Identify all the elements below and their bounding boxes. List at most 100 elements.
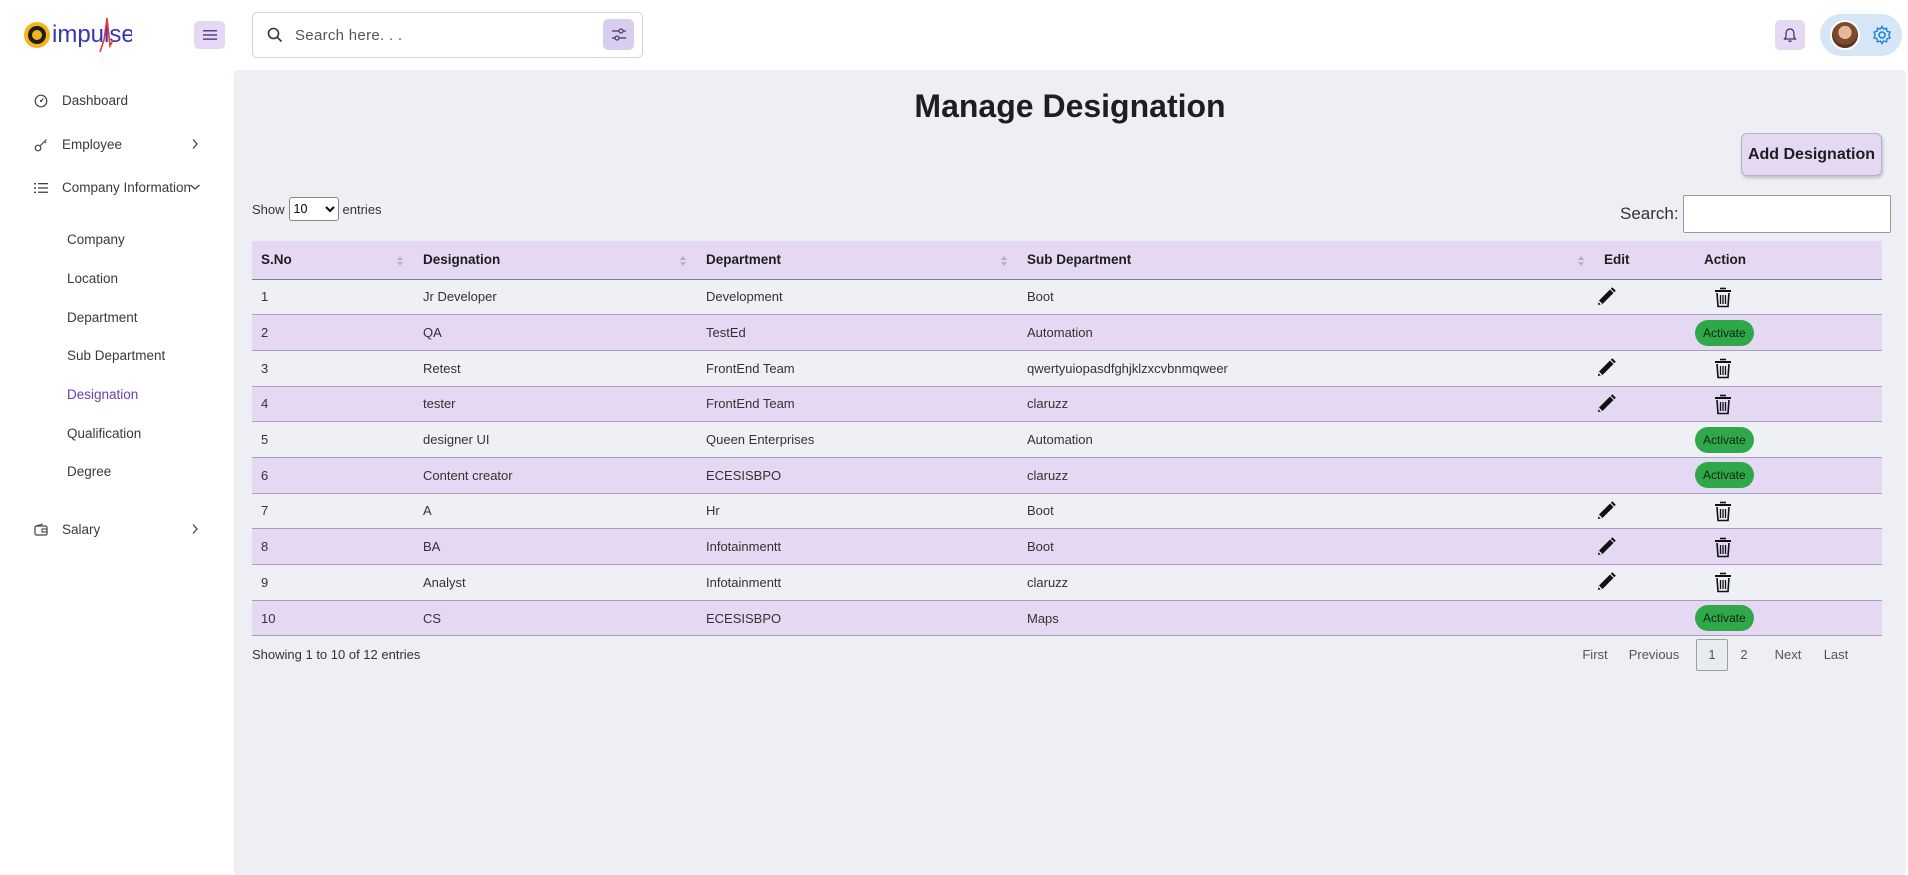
cell-designation: Content creator [414,457,697,494]
cell-edit [1595,600,1695,637]
sidebar-item-label: Salary [62,522,101,537]
sort-icon [397,256,403,266]
global-search-input[interactable] [295,26,585,44]
cell-sub-department: qwertyuiopasdfghjklzxcvbnmqweer [1018,350,1595,387]
pencil-icon[interactable] [1595,571,1617,593]
cell-department: Queen Enterprises [697,421,1018,458]
sidebar-subitem-sub-department[interactable]: Sub Department [67,348,165,363]
trash-icon[interactable] [1713,286,1733,308]
dashboard-icon [34,94,48,107]
pagination-first[interactable]: First [1578,639,1612,671]
gear-icon[interactable] [1872,25,1892,45]
table-row: 4 tester FrontEnd Team claruzz [252,386,1882,423]
cell-designation: designer UI [414,421,697,458]
cell-sub-department: Automation [1018,314,1595,351]
column-header-sub-department[interactable]: Sub Department [1018,241,1595,280]
sidebar-item-label: Employee [62,137,123,152]
user-menu[interactable] [1820,14,1902,56]
activate-button[interactable]: Activate [1695,426,1754,453]
sidebar-subitem-degree[interactable]: Degree [67,464,111,479]
chevron-down-icon [190,184,200,190]
cell-edit [1595,386,1695,423]
sidebar-item-dashboard[interactable]: Dashboard [34,93,128,108]
sort-icon [1578,256,1584,266]
cell-department: Development [697,279,1018,316]
cell-sub-department: Automation [1018,421,1595,458]
sidebar-subitem-company[interactable]: Company [67,232,125,247]
sidebar-subitem-department[interactable]: Department [67,310,138,325]
cell-department: TestEd [697,314,1018,351]
column-header-label: S.No [261,252,292,268]
cell-edit [1595,457,1695,494]
trash-icon[interactable] [1713,393,1733,415]
sidebar-item-company-information[interactable]: Company Information [34,180,191,195]
search-icon [267,27,283,43]
table-row: 7 A Hr Boot [252,493,1882,530]
cell-department: Infotainmentt [697,564,1018,601]
cell-sno: 9 [252,564,414,601]
cell-sub-department: Boot [1018,528,1595,565]
pencil-icon[interactable] [1595,536,1617,558]
activate-button[interactable]: Activate [1695,605,1754,632]
cell-edit [1595,314,1695,351]
add-designation-button[interactable]: Add Designation [1741,133,1882,176]
pagination-page-2[interactable]: 2 [1731,639,1757,671]
cell-action [1695,279,1882,316]
cell-sub-department: claruzz [1018,386,1595,423]
pagination-page-1[interactable]: 1 [1696,639,1728,671]
cell-designation: tester [414,386,697,423]
pagination-previous[interactable]: Previous [1624,639,1684,671]
hamburger-icon [202,30,217,40]
sidebar-subitem-location[interactable]: Location [67,271,118,286]
activate-button[interactable]: Activate [1695,462,1754,489]
sidebar-subitem-designation[interactable]: Designation [67,387,138,402]
brand-logo[interactable]: impulse [22,12,136,58]
table-info: Showing 1 to 10 of 12 entries [252,647,421,662]
cell-department: Hr [697,493,1018,530]
avatar[interactable] [1830,20,1860,50]
table-body: 1 Jr Developer Development Boot 2 QA TestEd Aut… [252,279,1882,637]
table-row: 8 BA Infotainmentt Boot [252,528,1882,565]
logo-emblem-icon [24,22,50,48]
menu-toggle-button[interactable] [194,21,225,49]
sidebar-item-employee[interactable]: Employee [34,137,122,152]
table-search-input[interactable] [1682,195,1891,233]
column-header-department[interactable]: Department [697,241,1018,280]
table-row: 1 Jr Developer Development Boot [252,279,1882,316]
entries-label: entries [342,201,382,217]
cell-sub-department: Boot [1018,279,1595,316]
trash-icon[interactable] [1713,571,1733,593]
pencil-icon[interactable] [1595,500,1617,522]
column-header-designation[interactable]: Designation [414,241,697,280]
column-header-sno[interactable]: S.No [252,241,414,280]
cell-action [1695,350,1882,387]
cell-sub-department: claruzz [1018,564,1595,601]
pencil-icon[interactable] [1595,286,1617,308]
sort-icon [1001,256,1007,266]
pagination: First Previous 1 2 Next Last [1578,639,1888,671]
trash-icon[interactable] [1713,536,1733,558]
wallet-icon [34,522,48,536]
page-length-select[interactable]: 10 [288,197,339,221]
notifications-button[interactable] [1775,20,1805,50]
main-content: Manage Designation Add Designation Show … [234,70,1906,875]
pencil-icon[interactable] [1595,357,1617,379]
pagination-last[interactable]: Last [1820,639,1852,671]
pencil-icon[interactable] [1595,393,1617,415]
page-length-control: Show 10 entries [252,197,382,221]
sidebar-subitem-qualification[interactable]: Qualification [67,426,141,441]
cell-department: FrontEnd Team [697,386,1018,423]
column-header-label: Sub Department [1027,252,1132,268]
pagination-next[interactable]: Next [1768,639,1808,671]
cell-edit [1595,279,1695,316]
filter-button[interactable] [603,19,634,50]
trash-icon[interactable] [1713,357,1733,379]
column-header-edit: Edit [1595,241,1695,280]
cell-sno: 6 [252,457,414,494]
activate-button[interactable]: Activate [1695,319,1754,346]
trash-icon[interactable] [1713,500,1733,522]
cell-edit [1595,564,1695,601]
page-title: Manage Designation [914,88,1226,124]
sidebar-item-salary[interactable]: Salary [34,522,100,537]
cell-action [1695,564,1882,601]
